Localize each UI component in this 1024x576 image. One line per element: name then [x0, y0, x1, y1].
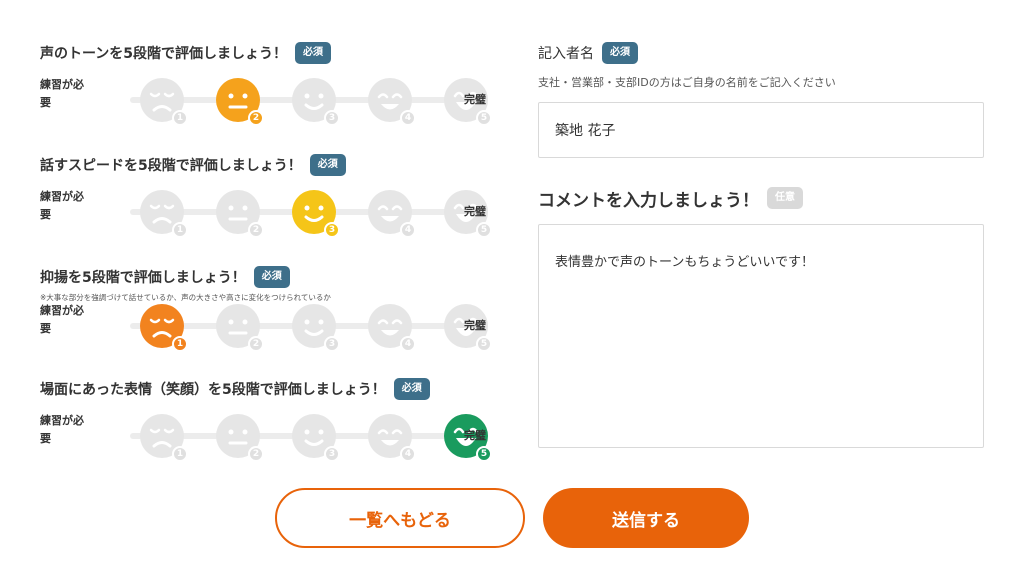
rating-number: 2	[248, 110, 264, 126]
rating-option-2[interactable]: 2	[216, 78, 264, 126]
rating-option-4[interactable]: 4	[368, 78, 416, 126]
rating-number: 4	[400, 446, 416, 462]
rating-number: 5	[476, 336, 492, 352]
rating-number: 5	[476, 222, 492, 238]
high-label: 完璧	[464, 429, 486, 442]
rating-option-3[interactable]: 3	[292, 414, 340, 462]
required-badge: 必須	[253, 266, 290, 288]
entrant-label-text: 記入者名	[538, 46, 594, 62]
entrant-hint: 支社・営業部・支部IDの方はご自身の名前をご記入ください	[538, 76, 836, 89]
rating-scale: 練習が必要 1 2 3 4 5 完璧	[40, 72, 500, 128]
low-label: 練習が必要	[40, 78, 84, 109]
rating-number: 2	[248, 222, 264, 238]
submit-button[interactable]: 送信する	[543, 488, 749, 548]
high-label: 完璧	[464, 319, 486, 332]
rating-option-2[interactable]: 2	[216, 414, 264, 462]
rating-number: 2	[248, 446, 264, 462]
entrant-name-input[interactable]	[538, 102, 984, 158]
rating-number: 1	[172, 336, 188, 352]
rating-option-4[interactable]: 4	[368, 304, 416, 352]
required-badge: 必須	[295, 42, 332, 64]
rating-option-4[interactable]: 4	[368, 190, 416, 238]
high-label: 完璧	[464, 93, 486, 106]
question-title-text: 声のトーンを5段階で評価しましょう！	[40, 46, 288, 62]
low-label: 練習が必要	[40, 304, 84, 335]
rating-number: 4	[400, 222, 416, 238]
rating-number: 2	[248, 336, 264, 352]
low-label: 練習が必要	[40, 190, 84, 221]
comment-textarea[interactable]: 表情豊かで声のトーンもちょうどいいです！	[538, 224, 984, 448]
rating-option-3[interactable]: 3	[292, 78, 340, 126]
rating-number: 4	[400, 110, 416, 126]
high-label: 完璧	[464, 205, 486, 218]
rating-number: 3	[324, 222, 340, 238]
low-label: 練習が必要	[40, 414, 84, 445]
rating-option-3[interactable]: 3	[292, 304, 340, 352]
rating-number: 1	[172, 110, 188, 126]
rating-option-1[interactable]: 1	[140, 190, 188, 238]
question-speaking-speed: 話すスピードを5段階で評価しましょう！ 必須 練習が必要 1 2 3 4 5 完璧	[40, 152, 500, 264]
comment-label-text: コメントを入力しましょう！	[538, 190, 759, 211]
question-title-text: 場面にあった表情（笑顔）を5段階で評価しましょう！	[40, 382, 386, 398]
evaluation-form: 声のトーンを5段階で評価しましょう！ 必須 練習が必要 1 2 3 4 5 完璧 話すス…	[0, 0, 1024, 576]
question-title: 話すスピードを5段階で評価しましょう！ 必須	[40, 152, 500, 178]
rating-option-2[interactable]: 2	[216, 190, 264, 238]
entrant-label: 記入者名 必須	[538, 40, 984, 66]
question-voice-tone: 声のトーンを5段階で評価しましょう！ 必須 練習が必要 1 2 3 4 5 完璧	[40, 40, 500, 152]
rating-number: 4	[400, 336, 416, 352]
rating-section: 声のトーンを5段階で評価しましょう！ 必須 練習が必要 1 2 3 4 5 完璧 話すス…	[40, 40, 500, 488]
question-title-text: 話すスピードを5段階で評価しましょう！	[40, 158, 302, 174]
question-expression: 場面にあった表情（笑顔）を5段階で評価しましょう！ 必須 練習が必要 1 2 3 4 5…	[40, 376, 500, 488]
rating-option-1[interactable]: 1	[140, 78, 188, 126]
rating-number: 1	[172, 222, 188, 238]
question-title: 場面にあった表情（笑顔）を5段階で評価しましょう！ 必須	[40, 376, 500, 402]
required-badge: 必須	[602, 42, 638, 64]
question-title: 抑揚を5段階で評価しましょう！ 必須	[40, 264, 500, 290]
rating-number: 3	[324, 446, 340, 462]
rating-scale: 練習が必要 1 2 3 4 5 完璧	[40, 298, 500, 354]
back-to-list-button[interactable]: 一覧へもどる	[275, 488, 525, 548]
comment-label: コメントを入力しましょう！ 任意	[538, 184, 984, 212]
question-intonation: 抑揚を5段階で評価しましょう！ 必須 ※大事な部分を強調づけて話せているか、声の…	[40, 264, 500, 376]
comment-section: 記入者名 必須 支社・営業部・支部IDの方はご自身の名前をご記入ください コメン…	[538, 40, 984, 452]
question-title: 声のトーンを5段階で評価しましょう！ 必須	[40, 40, 500, 66]
question-title-text: 抑揚を5段階で評価しましょう！	[40, 270, 246, 286]
optional-badge: 任意	[767, 187, 803, 209]
rating-option-1[interactable]: 1	[140, 414, 188, 462]
rating-number: 5	[476, 446, 492, 462]
rating-option-3[interactable]: 3	[292, 190, 340, 238]
rating-scale: 練習が必要 1 2 3 4 5 完璧	[40, 408, 500, 464]
rating-scale: 練習が必要 1 2 3 4 5 完璧	[40, 184, 500, 240]
rating-number: 5	[476, 110, 492, 126]
rating-option-1[interactable]: 1	[140, 304, 188, 352]
rating-option-4[interactable]: 4	[368, 414, 416, 462]
required-badge: 必須	[309, 154, 346, 176]
required-badge: 必須	[393, 378, 430, 400]
rating-option-2[interactable]: 2	[216, 304, 264, 352]
rating-number: 3	[324, 110, 340, 126]
rating-number: 1	[172, 446, 188, 462]
rating-number: 3	[324, 336, 340, 352]
